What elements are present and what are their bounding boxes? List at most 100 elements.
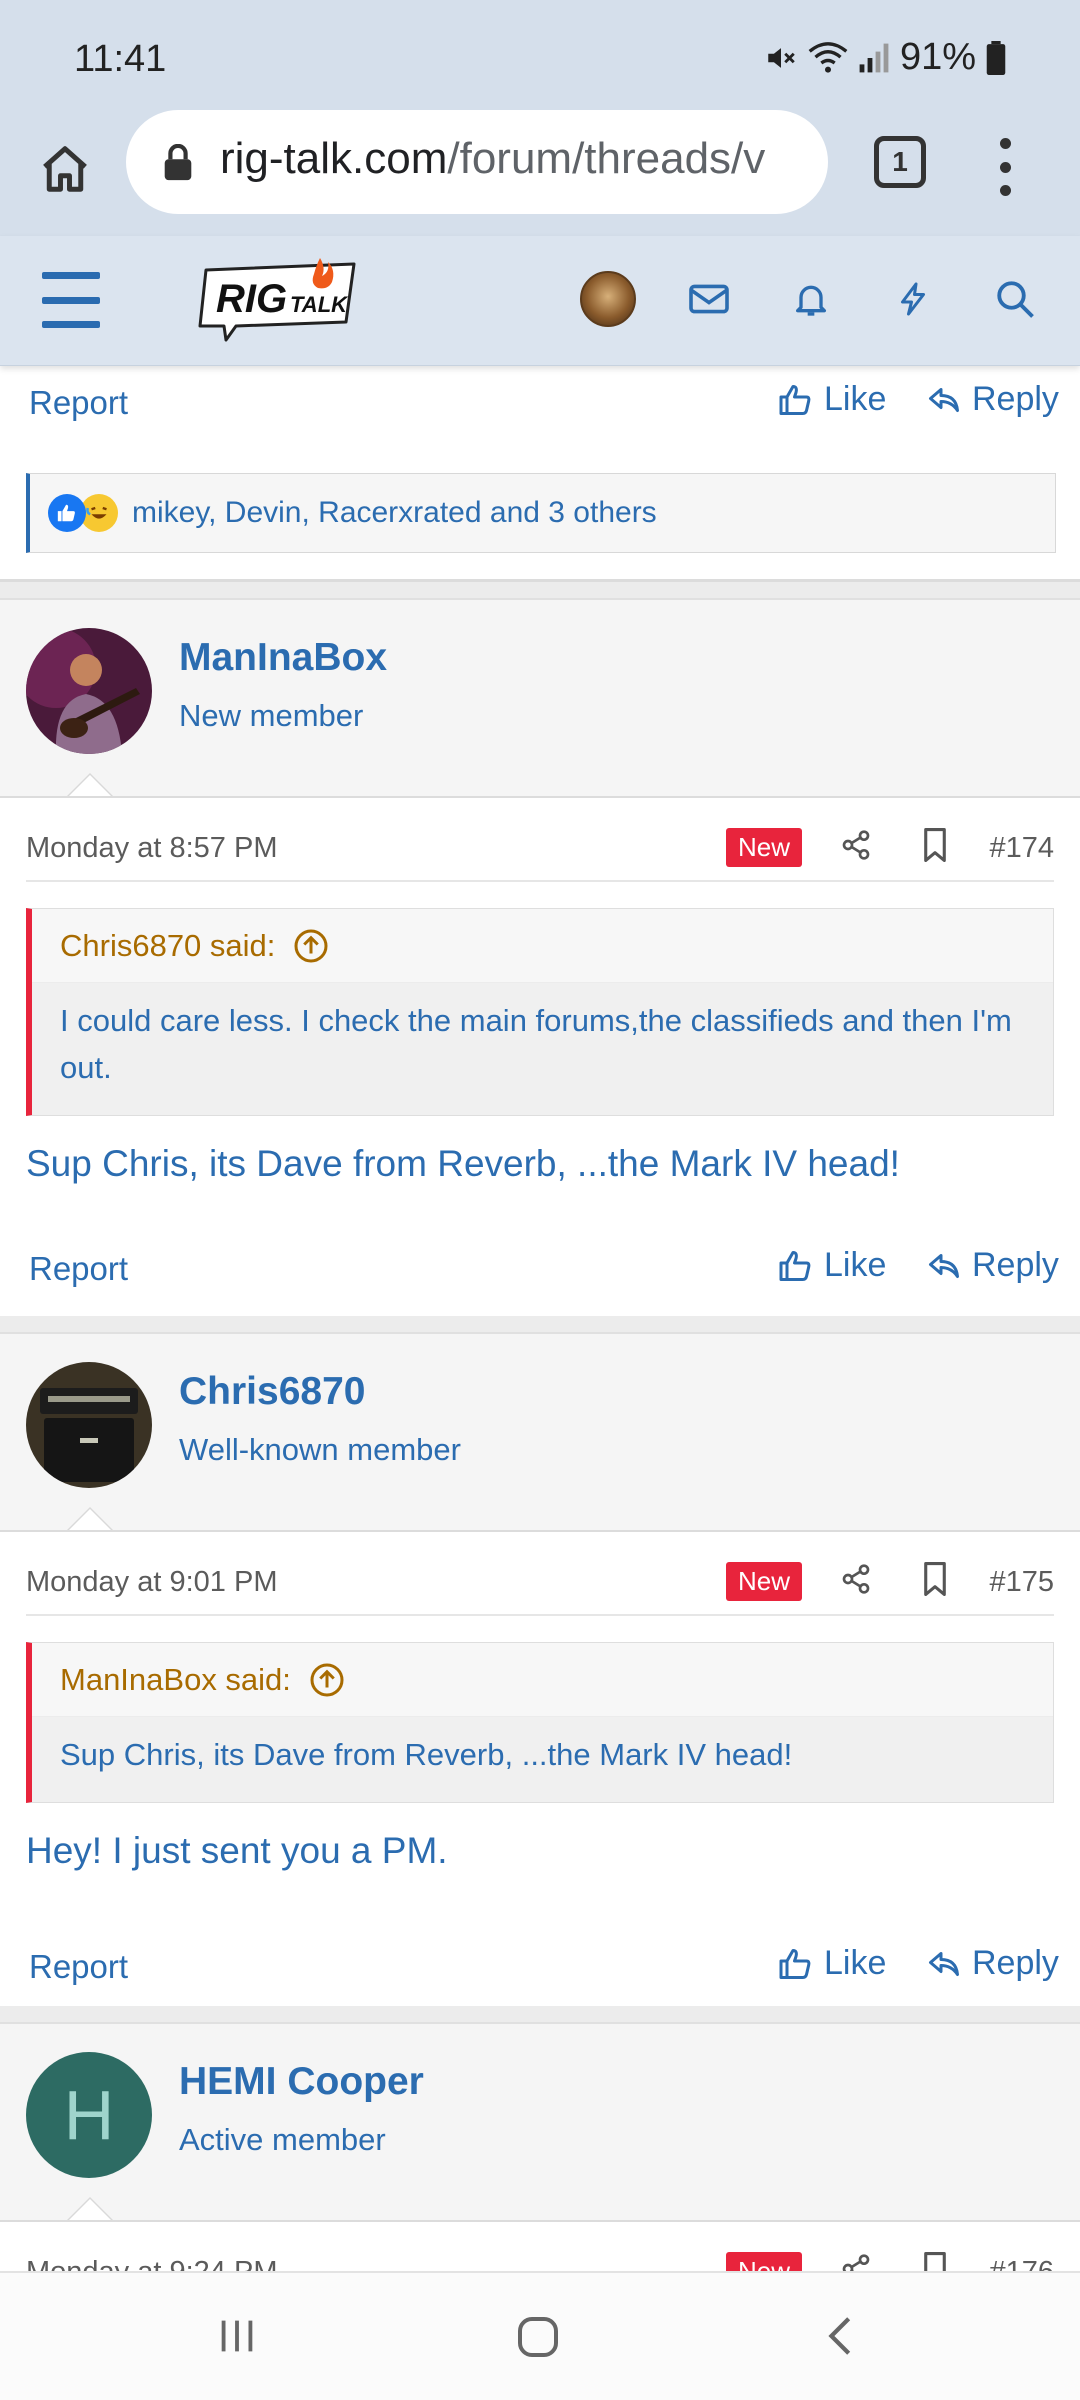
like-label: Like <box>824 380 887 418</box>
reply-button[interactable]: Reply <box>926 380 1059 419</box>
status-icons: 91% <box>764 36 1006 79</box>
post-meta: Monday at 9:24 PM New #176 <box>26 2222 1054 2271</box>
back-icon[interactable] <box>818 2313 864 2364</box>
post-date[interactable]: Monday at 8:57 PM <box>26 832 277 865</box>
bookmark-icon[interactable] <box>922 828 948 867</box>
lock-icon <box>164 144 192 181</box>
post-message: Hey! I just sent you a PM. <box>26 1830 448 1871</box>
quote-header[interactable]: Chris6870 said: <box>32 909 1053 983</box>
post-user-block: H HEMI Cooper Active member <box>0 2022 1080 2221</box>
home-button[interactable] <box>30 134 100 204</box>
user-title: New member <box>179 698 364 733</box>
username[interactable]: ManInaBox <box>179 636 387 680</box>
like-button[interactable]: Like <box>778 1944 886 1983</box>
thumbs-up-icon <box>779 1948 811 1979</box>
signal-icon <box>859 43 889 72</box>
share-icon[interactable] <box>840 1562 872 1601</box>
reply-label: Reply <box>972 380 1059 418</box>
avatar-letter: H <box>63 2076 115 2154</box>
site-logo[interactable]: RIG TALK <box>196 256 360 344</box>
post-actions: Report Like Reply <box>0 1936 1080 1996</box>
home-icon <box>43 146 87 192</box>
wifi-icon <box>808 41 848 73</box>
post-user-block: ManInaBox New member <box>0 598 1080 797</box>
battery-percent: 91% <box>899 36 976 78</box>
home-nav-icon[interactable] <box>514 2313 562 2366</box>
url-text: rig-talk.com/forum/threads/v <box>220 134 765 184</box>
post-body: Monday at 9:01 PM New #175 ManInaBox sai… <box>0 1530 1080 2006</box>
system-nav-bar <box>0 2271 1080 2400</box>
url-path: /forum/threads/v <box>447 134 766 183</box>
post-number[interactable]: #176 <box>989 2256 1054 2271</box>
quote-header[interactable]: ManInaBox said: <box>32 1643 1053 1717</box>
reply-icon <box>929 387 959 412</box>
quote-text: Sup Chris, its Dave from Reverb, ...the … <box>32 1717 1053 1802</box>
reply-icon <box>929 1253 959 1278</box>
like-button[interactable]: Like <box>778 1246 886 1285</box>
previous-post-footer: Report Like Reply mikey, Devin, Racerxra… <box>0 366 1080 582</box>
user-title: Active member <box>179 2122 386 2157</box>
new-badge: New <box>726 2252 803 2271</box>
post-message: Sup Chris, its Dave from Reverb, ...the … <box>26 1143 900 1184</box>
post-body: Monday at 8:57 PM New #174 Chris6870 sai… <box>0 796 1080 1316</box>
quote-author: ManInaBox said: <box>60 1661 291 1697</box>
username[interactable]: Chris6870 <box>179 1370 365 1414</box>
user-avatar[interactable] <box>26 1362 152 1488</box>
reply-label: Reply <box>972 1246 1059 1284</box>
browser-menu-button[interactable] <box>990 132 1020 202</box>
post-date[interactable]: Monday at 9:01 PM <box>26 1566 277 1599</box>
menu-icon[interactable] <box>42 272 100 328</box>
bolt-icon[interactable] <box>884 270 942 328</box>
new-badge: New <box>726 1562 803 1601</box>
mute-icon <box>768 47 795 68</box>
report-link[interactable]: Report <box>29 1250 128 1288</box>
like-label: Like <box>824 1944 887 1982</box>
reaction-users[interactable]: mikey, Devin, Racerxrated and 3 others <box>132 496 657 530</box>
recents-icon[interactable] <box>214 2313 260 2364</box>
post-body: Monday at 9:24 PM New #176 <box>0 2220 1080 2271</box>
bookmark-icon[interactable] <box>922 2252 948 2271</box>
post-meta: Monday at 9:01 PM New #175 <box>26 1532 1054 1616</box>
thumbs-up-icon <box>779 1250 811 1281</box>
arrow-up-circle-icon[interactable] <box>293 928 329 964</box>
address-bar[interactable]: rig-talk.com/forum/threads/v <box>126 110 828 214</box>
status-bar: 11:41 91% <box>0 0 1080 110</box>
status-time: 11:41 <box>74 38 167 80</box>
battery-icon <box>986 40 1006 75</box>
arrow-up-circle-icon[interactable] <box>309 1662 345 1698</box>
share-icon[interactable] <box>840 2252 872 2271</box>
logo-talk-text: TALK <box>290 292 349 317</box>
browser-toolbar: rig-talk.com/forum/threads/v 1 <box>0 110 1080 236</box>
reply-button[interactable]: Reply <box>926 1246 1059 1285</box>
user-title: Well-known member <box>179 1432 461 1467</box>
header-actions <box>580 270 1044 328</box>
report-link[interactable]: Report <box>29 1948 128 1986</box>
like-button[interactable]: Like <box>778 380 886 419</box>
username[interactable]: HEMI Cooper <box>179 2060 424 2104</box>
site-header: RIG TALK <box>0 236 1080 366</box>
post-number[interactable]: #175 <box>989 1566 1054 1599</box>
reply-icon <box>929 1951 959 1976</box>
like-label: Like <box>824 1246 887 1284</box>
bookmark-icon[interactable] <box>922 1562 948 1601</box>
bell-icon[interactable] <box>782 270 840 328</box>
logo-rig-text: RIG <box>216 277 287 321</box>
quote-block: ManInaBox said: Sup Chris, its Dave from… <box>26 1642 1054 1803</box>
post-number[interactable]: #174 <box>989 832 1054 865</box>
quote-text: I could care less. I check the main foru… <box>32 983 1053 1115</box>
post-actions: Report Like Reply <box>0 1238 1080 1298</box>
post-date[interactable]: Monday at 9:24 PM <box>26 2256 277 2271</box>
account-avatar[interactable] <box>580 271 636 327</box>
search-icon[interactable] <box>986 270 1044 328</box>
share-icon[interactable] <box>840 828 872 867</box>
reply-label: Reply <box>972 1944 1059 1982</box>
report-link[interactable]: Report <box>29 384 128 422</box>
tabs-button[interactable]: 1 <box>874 136 926 188</box>
inbox-icon[interactable] <box>680 270 738 328</box>
user-avatar[interactable] <box>26 628 152 754</box>
reply-button[interactable]: Reply <box>926 1944 1059 1983</box>
url-domain: rig-talk.com <box>220 134 448 183</box>
user-avatar[interactable]: H <box>26 2052 152 2178</box>
new-badge: New <box>726 828 803 867</box>
reactions-bar[interactable]: mikey, Devin, Racerxrated and 3 others <box>26 473 1056 553</box>
